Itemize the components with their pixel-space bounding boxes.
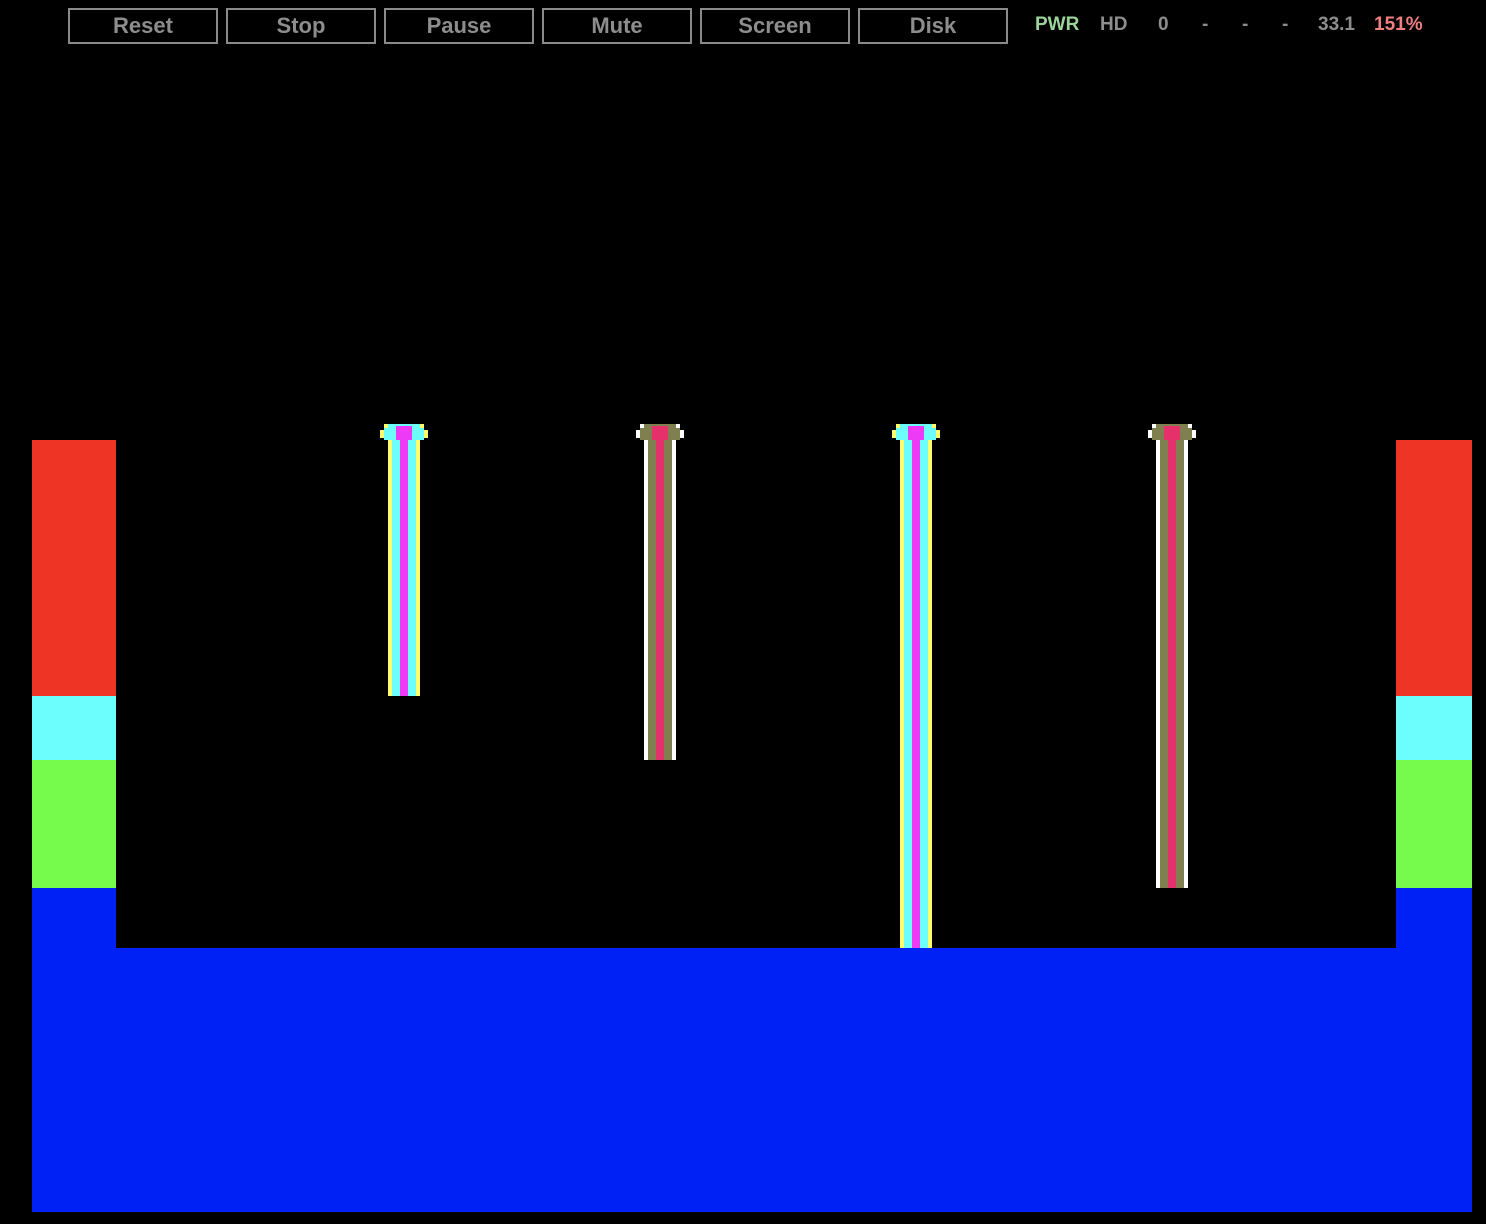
pillar-4-cap-edge	[1152, 424, 1156, 428]
pillar-1-stripe	[388, 426, 392, 696]
pillar-4-core	[1168, 426, 1176, 888]
pillar-1-stripe	[416, 426, 420, 696]
speed-readout: 33.1	[1318, 14, 1355, 35]
emulator-screen[interactable]	[32, 60, 1472, 1212]
pillar-4-stripe	[1184, 426, 1188, 888]
pillar-4-knob	[1164, 426, 1180, 440]
pillars-layer	[380, 424, 1196, 948]
mute-button[interactable]: Mute	[542, 8, 692, 44]
pillar-3-knob	[908, 426, 924, 440]
drive-status-2: -	[1242, 14, 1249, 35]
pillar-1-knob	[396, 426, 412, 440]
pillar-4-cap-edge	[1192, 430, 1196, 438]
pillar-2-cap-edge	[676, 424, 680, 428]
pillar-2-stripe	[664, 426, 672, 760]
pillar-1-core	[400, 426, 408, 696]
power-indicator: PWR	[1035, 14, 1080, 35]
pillar-1-cap-edge	[420, 424, 424, 428]
pillar-2	[636, 424, 684, 760]
pillar-4-cap-edge	[1188, 424, 1192, 428]
pillar-1-cap-edge	[424, 430, 428, 438]
pillar-2-knob	[652, 426, 668, 440]
pillar-4-stripe	[1156, 426, 1160, 888]
drive-status-1: -	[1202, 14, 1209, 35]
pillar-3-cap-edge	[932, 424, 936, 428]
stop-button[interactable]: Stop	[226, 8, 376, 44]
screen-button[interactable]: Screen	[700, 8, 850, 44]
pillar-2-cap-edge	[680, 430, 684, 438]
pillar-3-stripe	[904, 426, 912, 948]
reset-button[interactable]: Reset	[68, 8, 218, 44]
drive-number: 0	[1158, 14, 1169, 35]
pillar-2-core	[656, 426, 664, 760]
pillar-2-cap-edge	[636, 430, 640, 438]
pillar-3	[892, 424, 940, 948]
pillar-3-cap-edge	[896, 424, 900, 428]
pillar-4-stripe	[1176, 426, 1184, 888]
disk-button[interactable]: Disk	[858, 8, 1008, 44]
pillar-1-cap-edge	[380, 430, 384, 438]
pillar-3-cap-edge	[936, 430, 940, 438]
pillar-3-core	[912, 426, 920, 948]
pillar-1-stripe	[408, 426, 416, 696]
pillar-4-stripe	[1160, 426, 1168, 888]
pillar-1-stripe	[392, 426, 400, 696]
pillar-1-cap-edge	[384, 424, 388, 428]
pillar-3-stripe	[920, 426, 928, 948]
pillar-3-cap-edge	[892, 430, 896, 438]
pillar-2-stripe	[648, 426, 656, 760]
pillar-4	[1148, 424, 1196, 888]
pillar-2-stripe	[672, 426, 676, 760]
speed-percent: 151%	[1374, 14, 1423, 35]
pillar-2-cap-edge	[640, 424, 644, 428]
pillar-1	[380, 424, 428, 696]
pillar-4-cap-edge	[1148, 430, 1152, 438]
pillar-3-stripe	[900, 426, 904, 948]
hd-indicator: HD	[1100, 14, 1128, 35]
pause-button[interactable]: Pause	[384, 8, 534, 44]
emulator-toolbar: Reset Stop Pause Mute Screen Disk PWR HD…	[0, 0, 1486, 52]
drive-status-3: -	[1282, 14, 1289, 35]
pillar-2-stripe	[644, 426, 648, 760]
pillar-3-stripe	[928, 426, 932, 948]
